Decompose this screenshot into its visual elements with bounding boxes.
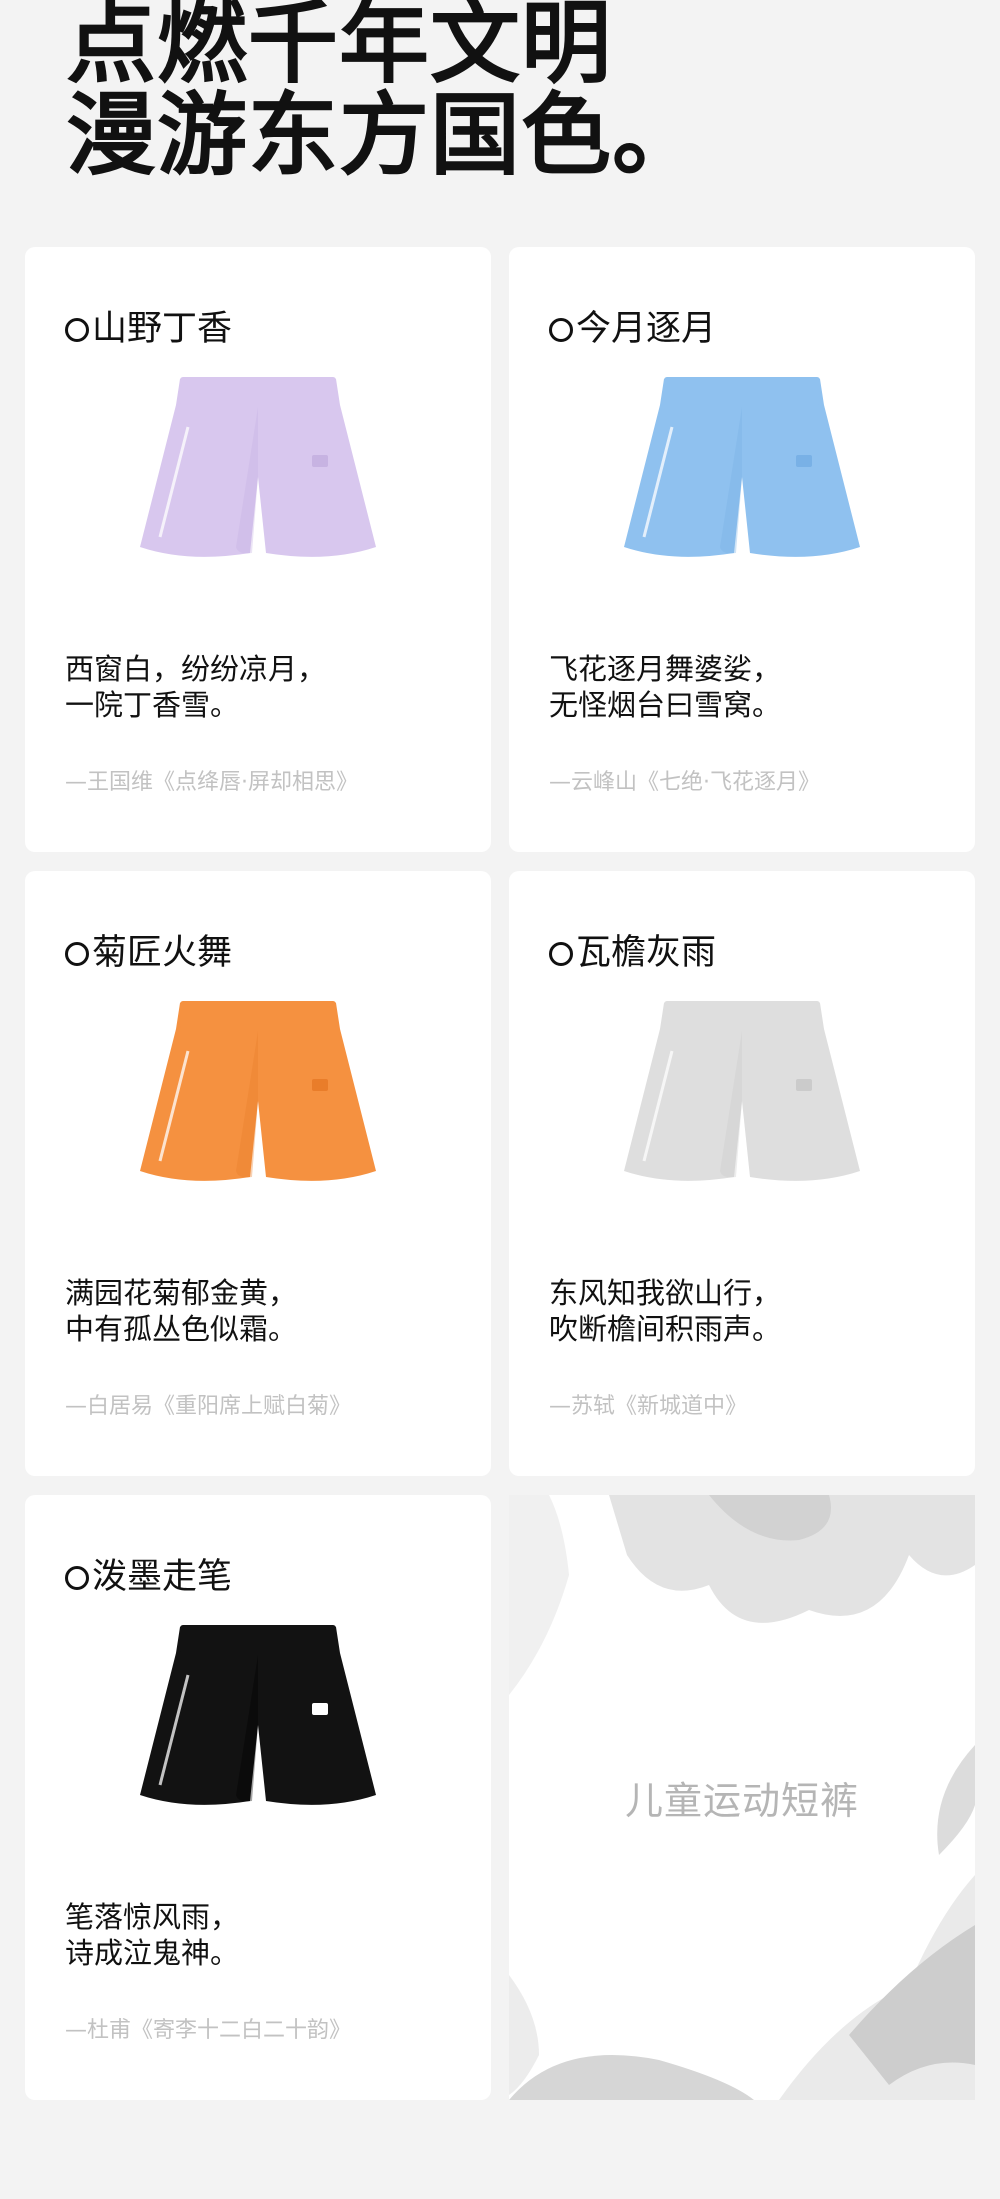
- poem-source: —云峰山《七绝·飞花逐月》: [549, 770, 820, 795]
- product-name-label: 泼墨走笔: [92, 1557, 233, 1597]
- product-card-grey[interactable]: 瓦檐灰雨 东风知我欲山行， 吹断檐间积雨声。 —苏轼《新城道中》: [509, 871, 975, 1476]
- page-headline: 点燃千年文明 漫游东方国色。: [66, 0, 703, 182]
- circle-icon: [549, 318, 573, 342]
- poem-line-1: 笔落惊风雨，: [65, 1900, 240, 1934]
- product-name-label: 菊匠火舞: [92, 933, 233, 973]
- product-poem: 飞花逐月舞婆娑， 无怪烟台曰雪窝。: [549, 651, 781, 723]
- shorts-image: [140, 377, 376, 557]
- circle-icon: [65, 318, 89, 342]
- product-card-black[interactable]: 泼墨走笔 笔落惊风雨， 诗成泣鬼神。 —杜甫《寄李十二白二十韵》: [25, 1495, 491, 2100]
- circle-icon: [65, 942, 89, 966]
- promo-label: 儿童运动短裤: [624, 1779, 859, 1823]
- poem-line-1: 飞花逐月舞婆娑，: [549, 652, 782, 686]
- product-card-lilac[interactable]: 山野丁香 西窗白，纷纷凉月， 一院丁香雪。 —王国维《点绛唇·屏却相思》: [25, 247, 491, 852]
- product-name: 菊匠火舞: [65, 933, 232, 973]
- circle-icon: [549, 942, 573, 966]
- product-page: 点燃千年文明 漫游东方国色。 山野丁香 西窗白，纷纷凉月， 一院丁香雪。 —王国…: [0, 0, 1000, 2199]
- poem-line-2: 一院丁香雪。: [65, 688, 240, 722]
- shorts-image: [624, 1001, 860, 1181]
- poem-line-2: 无怪烟台曰雪窝。: [549, 688, 782, 722]
- poem-source: —白居易《重阳席上赋白菊》: [65, 1394, 352, 1419]
- poem-source: —苏轼《新城道中》: [549, 1394, 748, 1419]
- product-name: 山野丁香: [65, 309, 232, 349]
- poem-line-2: 诗成泣鬼神。: [65, 1936, 240, 1970]
- product-name-label: 瓦檐灰雨: [576, 933, 717, 973]
- product-name-label: 今月逐月: [576, 309, 717, 349]
- product-poem: 满园花菊郁金黄， 中有孤丛色似霜。: [65, 1275, 297, 1347]
- poem-line-2: 吹断檐间积雨声。: [549, 1312, 782, 1346]
- poem-source: —王国维《点绛唇·屏却相思》: [65, 770, 358, 795]
- product-card-blue[interactable]: 今月逐月 飞花逐月舞婆娑， 无怪烟台曰雪窝。 —云峰山《七绝·飞花逐月》: [509, 247, 975, 852]
- shorts-image: [140, 1625, 376, 1805]
- poem-line-1: 东风知我欲山行，: [549, 1276, 782, 1310]
- product-poem: 东风知我欲山行， 吹断檐间积雨声。: [549, 1275, 781, 1347]
- circle-icon: [65, 1566, 89, 1590]
- headline-line-2: 漫游东方国色。: [66, 83, 703, 188]
- promo-tile[interactable]: 儿童运动短裤: [509, 1495, 975, 2100]
- product-name: 泼墨走笔: [65, 1557, 232, 1597]
- shorts-image: [624, 377, 860, 557]
- poem-line-1: 满园花菊郁金黄，: [65, 1276, 298, 1310]
- product-card-orange[interactable]: 菊匠火舞 满园花菊郁金黄， 中有孤丛色似霜。 —白居易《重阳席上赋白菊》: [25, 871, 491, 1476]
- poem-source: —杜甫《寄李十二白二十韵》: [65, 2018, 352, 2043]
- product-name: 瓦檐灰雨: [549, 933, 716, 973]
- poem-line-2: 中有孤丛色似霜。: [65, 1312, 298, 1346]
- poem-line-1: 西窗白，纷纷凉月，: [65, 652, 327, 686]
- headline-line-1: 点燃千年文明: [66, 0, 612, 96]
- product-name: 今月逐月: [549, 309, 716, 349]
- product-poem: 笔落惊风雨， 诗成泣鬼神。: [65, 1899, 239, 1971]
- product-name-label: 山野丁香: [92, 309, 233, 349]
- shorts-image: [140, 1001, 376, 1181]
- product-poem: 西窗白，纷纷凉月， 一院丁香雪。: [65, 651, 326, 723]
